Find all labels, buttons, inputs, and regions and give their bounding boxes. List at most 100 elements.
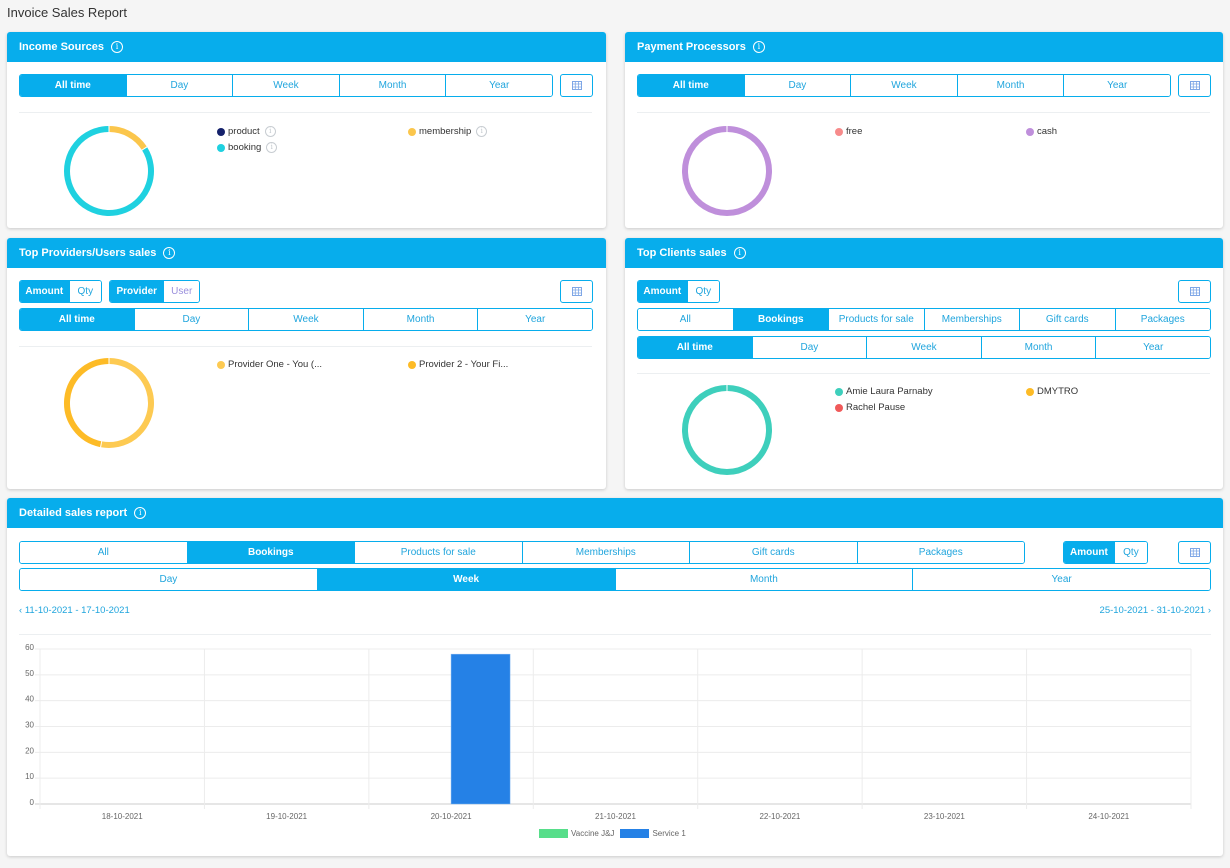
calendar-button[interactable] <box>1178 280 1211 303</box>
info-icon[interactable]: i <box>163 247 176 259</box>
measure-qty[interactable]: Qty <box>68 281 101 302</box>
period-all-time[interactable]: All time <box>638 75 744 96</box>
legend-dot <box>408 127 416 136</box>
donut-slice-cash[interactable] <box>682 126 772 216</box>
legend-item-cash[interactable]: cash <box>1026 126 1057 137</box>
legend-label: product <box>228 126 260 137</box>
type-bookings[interactable]: Bookings <box>732 309 828 330</box>
type-packages[interactable]: Packages <box>1114 309 1210 330</box>
period-all-time[interactable]: All time <box>20 309 134 330</box>
period-week[interactable]: Week <box>866 337 981 358</box>
legend-label: Rachel Pause <box>846 402 906 413</box>
sales-bar-chart: 0 10 20 30 40 50 60 18-10-2021 19-10-2021 20-10-2… <box>25 643 1192 821</box>
type-all[interactable]: All <box>638 309 733 330</box>
measure-amount[interactable]: Amount <box>638 281 687 302</box>
page-title: Invoice Sales Report <box>7 5 127 20</box>
donut-slice-amie-laura-parnaby[interactable] <box>682 385 772 475</box>
info-icon[interactable]: i <box>476 126 488 137</box>
x-tick-label: 19-10-2021 <box>266 812 307 821</box>
panel-header: Payment Processors i <box>625 32 1223 62</box>
period-week[interactable]: Week <box>248 309 363 330</box>
period-year[interactable]: Year <box>1095 337 1210 358</box>
legend-item-provider-2[interactable]: Provider 2 - Your Fi... <box>408 359 508 370</box>
legend-label: free <box>846 126 863 137</box>
period-selector: All time Day Week Month Year <box>19 308 593 331</box>
legend-item-booking[interactable]: booking i <box>217 142 278 153</box>
legend-label: Amie Laura Parnaby <box>846 386 933 397</box>
role-provider[interactable]: Provider <box>110 281 164 302</box>
panel-header: Top Clients sales i <box>625 238 1223 268</box>
period-year[interactable]: Year <box>1063 75 1170 96</box>
panel-title: Payment Processors <box>637 41 746 53</box>
legend-label: Service 1 <box>652 829 686 838</box>
period-day[interactable]: Day <box>125 75 233 96</box>
legend-dot <box>835 403 843 412</box>
period-selector: All time Day Week Month Year <box>637 336 1211 359</box>
legend-label: Vaccine J&J <box>571 829 615 838</box>
divider <box>637 373 1210 374</box>
legend-item-service-1[interactable]: Service 1 <box>620 829 686 838</box>
info-icon[interactable]: i <box>110 41 123 53</box>
donut-slice-provider-2-your-fi[interactable] <box>64 358 109 448</box>
period-month[interactable]: Month <box>338 75 446 96</box>
calendar-button[interactable] <box>560 280 593 303</box>
period-all-time[interactable]: All time <box>20 75 126 96</box>
measure-amount[interactable]: Amount <box>20 281 69 302</box>
payment-processors-panel: Payment Processors i All time Day Week M… <box>625 32 1223 228</box>
period-month[interactable]: Month <box>956 75 1064 96</box>
legend-dot <box>408 360 416 369</box>
period-month[interactable]: Month <box>362 309 478 330</box>
period-day[interactable]: Day <box>751 337 867 358</box>
legend-item-vaccine[interactable]: Vaccine J&J <box>539 829 614 838</box>
measure-qty[interactable]: Qty <box>686 281 719 302</box>
period-day[interactable]: Day <box>743 75 851 96</box>
legend-item-provider-one[interactable]: Provider One - You (... <box>217 359 322 370</box>
info-icon[interactable]: i <box>266 142 278 153</box>
period-week[interactable]: Week <box>232 75 339 96</box>
info-icon[interactable]: i <box>752 41 765 53</box>
x-tick-label: 22-10-2021 <box>759 812 800 821</box>
period-selector: All time Day Week Month Year <box>19 74 553 97</box>
period-month[interactable]: Month <box>980 337 1096 358</box>
legend-label: Provider One - You (... <box>228 359 322 370</box>
role-user[interactable]: User <box>163 281 199 302</box>
info-icon[interactable]: i <box>264 126 276 137</box>
donut-slice-provider-one-you[interactable] <box>101 358 154 448</box>
legend-swatch <box>539 829 568 838</box>
legend-item-amie-laura-parnaby[interactable]: Amie Laura Parnaby <box>835 386 933 397</box>
legend-dot <box>217 143 225 152</box>
legend-item-free[interactable]: free <box>835 126 862 137</box>
period-all-time[interactable]: All time <box>638 337 752 358</box>
legend-item-dmytro[interactable]: DMYTRO <box>1026 386 1078 397</box>
legend-label: Provider 2 - Your Fi... <box>419 359 509 370</box>
period-week[interactable]: Week <box>850 75 957 96</box>
period-year[interactable]: Year <box>477 309 592 330</box>
measure-selector: Amount Qty <box>637 280 720 303</box>
legend-item-product[interactable]: product i <box>217 126 276 137</box>
x-tick-label: 21-10-2021 <box>595 812 636 821</box>
calendar-button[interactable] <box>560 74 593 97</box>
panel-title: Top Providers/Users sales <box>19 247 157 259</box>
measure-selector: Amount Qty <box>19 280 102 303</box>
divider <box>19 346 592 347</box>
panel-header: Income Sources i <box>7 32 606 62</box>
type-gift-cards[interactable]: Gift cards <box>1019 309 1115 330</box>
x-tick-label: 23-10-2021 <box>924 812 965 821</box>
panel-header: Top Providers/Users sales i <box>7 238 606 268</box>
period-year[interactable]: Year <box>445 75 552 96</box>
legend-item-membership[interactable]: membership i <box>408 126 488 137</box>
info-icon[interactable]: i <box>733 247 746 259</box>
legend-item-rachel-pause[interactable]: Rachel Pause <box>835 402 905 413</box>
calendar-button[interactable] <box>1178 74 1211 97</box>
donut-slice-membership[interactable] <box>109 126 147 150</box>
y-tick-label: 50 <box>25 669 34 678</box>
x-tick-label: 24-10-2021 <box>1088 812 1129 821</box>
bar-service-1-20-10-2021[interactable] <box>450 653 511 805</box>
y-tick-label: 0 <box>30 798 35 807</box>
y-tick-label: 20 <box>25 746 34 755</box>
type-products-for-sale[interactable]: Products for sale <box>828 309 924 330</box>
legend-swatch <box>620 829 650 838</box>
type-memberships[interactable]: Memberships <box>923 309 1019 330</box>
period-day[interactable]: Day <box>133 309 249 330</box>
payment-donut <box>682 126 772 216</box>
